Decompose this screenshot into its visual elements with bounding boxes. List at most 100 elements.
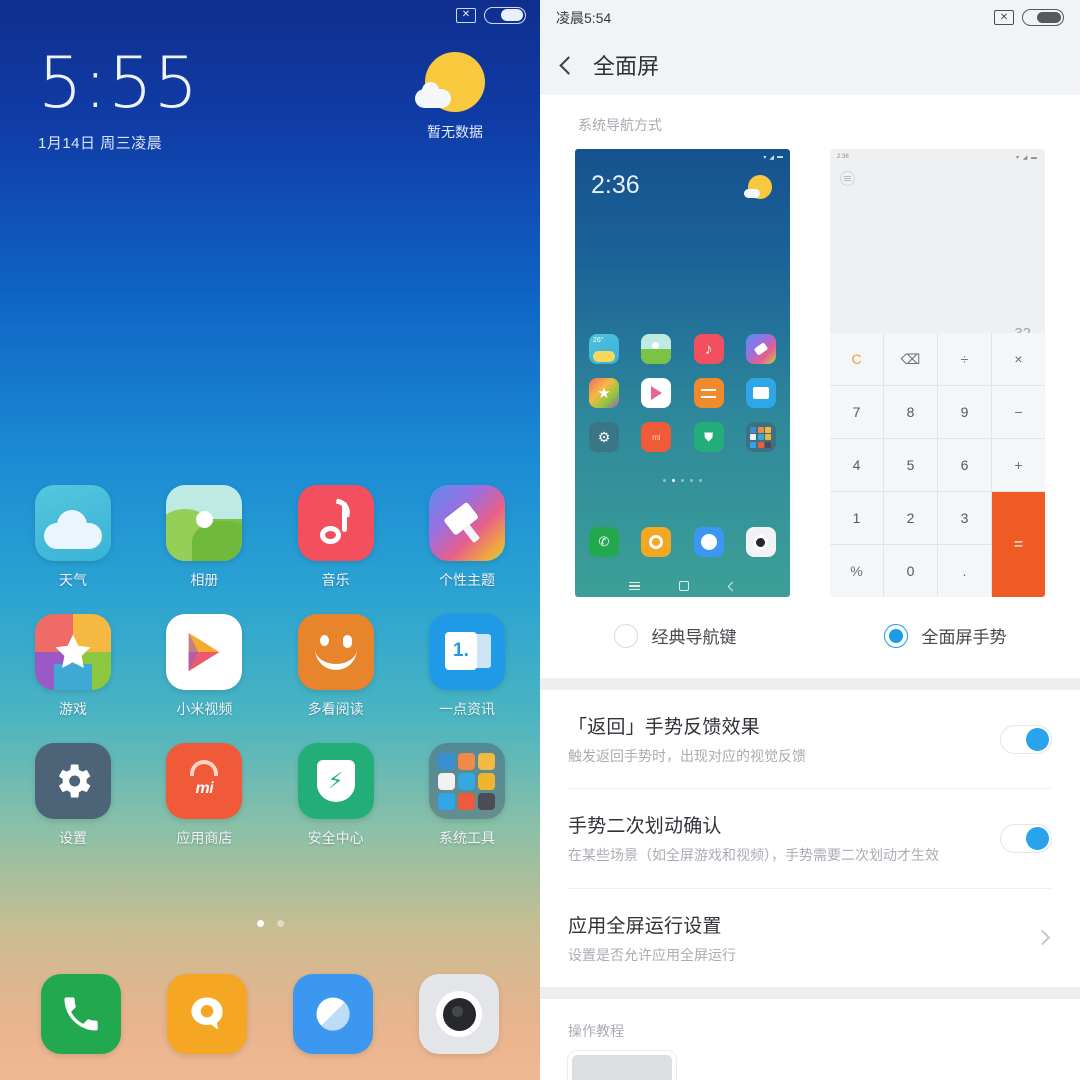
mock-temp-badge: 26° (593, 337, 604, 344)
calc-key-clear[interactable]: C (830, 333, 883, 385)
app-weather[interactable]: 天气 (18, 485, 128, 590)
calc-key-0[interactable]: 0 (884, 545, 937, 597)
app-label: 音乐 (321, 572, 350, 588)
camera-icon[interactable] (419, 974, 499, 1054)
navigation-option-radios: 经典导航键 全面屏手势 (540, 597, 1080, 678)
calc-key-8[interactable]: 8 (884, 386, 937, 438)
calc-key-1[interactable]: 1 (830, 492, 883, 544)
calc-key-2[interactable]: 2 (884, 492, 937, 544)
row-text: 「返回」手势反馈效果 触发返回手势时，出现对应的视觉反馈 (568, 712, 984, 766)
app-store[interactable]: mi 应用商店 (149, 743, 259, 848)
row-text: 应用全屏运行设置 设置是否允许应用全屏运行 (568, 911, 1021, 965)
calc-key-minus[interactable]: − (992, 386, 1045, 438)
folder-system-tools[interactable]: 系统工具 (412, 743, 522, 848)
chat-bubble-glyph (191, 997, 223, 1030)
preview-fullscreen-gesture[interactable]: 2:36 ▾ ◢ ▬ 32 ×64 = 2,048 C ⌫ ÷ × 7 (830, 149, 1045, 597)
themes-app-icon (428, 485, 505, 561)
page-indicator[interactable] (0, 920, 540, 927)
settings-app-icon (35, 743, 111, 819)
calc-key-7[interactable]: 7 (830, 386, 883, 438)
calc-key-9[interactable]: 9 (938, 386, 991, 438)
app-music[interactable]: 音乐 (281, 485, 391, 590)
preview-classic-nav[interactable]: ▾ ◢ ▬ 2:36 26° ♪ ★ ⚙ mi ⛊ ✆ (575, 149, 790, 597)
row-fullscreen-app-settings[interactable]: 应用全屏运行设置 设置是否允许应用全屏运行 (568, 889, 1052, 987)
app-label: 天气 (59, 572, 87, 588)
app-label: 相册 (190, 572, 219, 588)
weather-widget[interactable]: 暂无数据 (400, 52, 510, 142)
home-status-bar: ✕ (0, 0, 540, 30)
app-games[interactable]: 游戏 (18, 614, 128, 719)
page-dot[interactable] (276, 920, 284, 927)
back-chevron-icon[interactable] (559, 55, 578, 75)
radio-label: 经典导航键 (651, 628, 737, 647)
mock-app-grid: 26° ♪ ★ ⚙ mi ⛊ (589, 334, 776, 466)
app-settings[interactable]: 设置 (18, 743, 128, 848)
row-double-swipe-confirm[interactable]: 手势二次划动确认 在某些场景（如全屏游戏和视频），手势需要二次划动才生效 (568, 789, 1052, 889)
clock-date: 1月14日 周三凌晨 (38, 135, 163, 152)
compass-glyph (316, 997, 350, 1031)
app-duokan-reader[interactable]: 多看阅读 (281, 614, 391, 719)
battery-icon: ▬ (777, 154, 783, 160)
status-time: 凌晨5:54 (556, 9, 612, 26)
app-security-center[interactable]: ⚡ 安全中心 (281, 743, 391, 848)
tutorial-section-body (540, 1050, 1080, 1080)
calc-key-divide[interactable]: ÷ (938, 333, 991, 385)
row-back-gesture-feedback[interactable]: 「返回」手势反馈效果 触发返回手势时，出现对应的视觉反馈 (568, 690, 1052, 790)
page-dot-active[interactable] (256, 920, 264, 927)
mock-store-icon: mi (641, 422, 672, 452)
app-bar: 全面屏 (540, 35, 1080, 95)
lockscreen-clock-widget[interactable]: 5:55 1月14日 周三凌晨 (38, 48, 199, 153)
radio-button[interactable] (613, 623, 638, 648)
music-app-icon (297, 485, 374, 561)
calc-key-6[interactable]: 6 (938, 439, 991, 491)
app-yidian-news[interactable]: 1. 一点资讯 (412, 614, 522, 719)
toggle-double-swipe-confirm[interactable] (1000, 823, 1052, 853)
radio-fullscreen-gesture[interactable]: 全面屏手势 (810, 623, 1080, 648)
calc-key-5[interactable]: 5 (884, 439, 937, 491)
radio-button-selected[interactable] (883, 623, 908, 648)
mock-navigation-bar (575, 581, 790, 591)
app-mi-video[interactable]: 小米视频 (149, 614, 259, 719)
calc-key-3[interactable]: 3 (938, 492, 991, 544)
mock-gallery-icon (641, 334, 672, 364)
mock-games-icon: ★ (589, 378, 619, 408)
messages-icon[interactable] (167, 974, 247, 1054)
app-label: 游戏 (59, 701, 87, 717)
browser-icon[interactable] (293, 974, 373, 1054)
mock-clock: 2:36 (591, 171, 640, 199)
gesture-settings-list: 「返回」手势反馈效果 触发返回手势时，出现对应的视觉反馈 手势二次划动确认 在某… (540, 690, 1080, 987)
preview-home-mock: ▾ ◢ ▬ 2:36 26° ♪ ★ ⚙ mi ⛊ ✆ (575, 149, 790, 597)
radio-label: 全面屏手势 (921, 628, 1007, 647)
calc-key-4[interactable]: 4 (830, 439, 883, 491)
calc-key-backspace[interactable]: ⌫ (884, 333, 937, 385)
chevron-right-icon[interactable] (1034, 929, 1051, 946)
tutorial-thumbnail[interactable] (568, 1050, 676, 1080)
mock-messages-icon (641, 527, 672, 557)
phone-icon[interactable] (41, 974, 121, 1054)
app-gallery[interactable]: 相册 (149, 485, 259, 590)
calc-key-equals[interactable]: = (992, 492, 1045, 597)
row-title: 应用全屏运行设置 (568, 915, 722, 937)
mock-security-icon: ⛊ (693, 422, 724, 452)
mock-camera-icon (745, 527, 776, 557)
app-grid: 天气 相册 音乐 个性主题 游戏 小米视频 多看阅读 1. 一点资讯 设置 mi… (0, 485, 540, 872)
app-themes[interactable]: 个性主题 (412, 485, 522, 590)
calc-key-plus[interactable]: + (992, 439, 1045, 491)
mock-status-time: 2:36 (837, 154, 849, 160)
mock-page-indicator (575, 479, 790, 482)
weather-app-icon (35, 485, 111, 561)
calc-key-dot[interactable]: . (938, 545, 991, 597)
back-icon (727, 581, 738, 591)
calc-key-percent[interactable]: % (830, 545, 883, 597)
calc-key-multiply[interactable]: × (992, 333, 1045, 385)
app-label: 个性主题 (438, 572, 495, 588)
mock-mail-icon (745, 378, 776, 408)
toggle-back-gesture-feedback[interactable] (1000, 724, 1052, 754)
app-label: 多看阅读 (307, 701, 364, 717)
radio-classic-nav[interactable]: 经典导航键 (540, 623, 810, 648)
wifi-icon: ▾ (763, 154, 767, 161)
status-icons: ✕ (994, 9, 1064, 26)
app-row: 设置 mi 应用商店 ⚡ 安全中心 系统工具 (18, 743, 522, 848)
weather-status-text: 暂无数据 (427, 124, 483, 140)
row-subtitle: 设置是否允许应用全屏运行 (568, 946, 736, 963)
